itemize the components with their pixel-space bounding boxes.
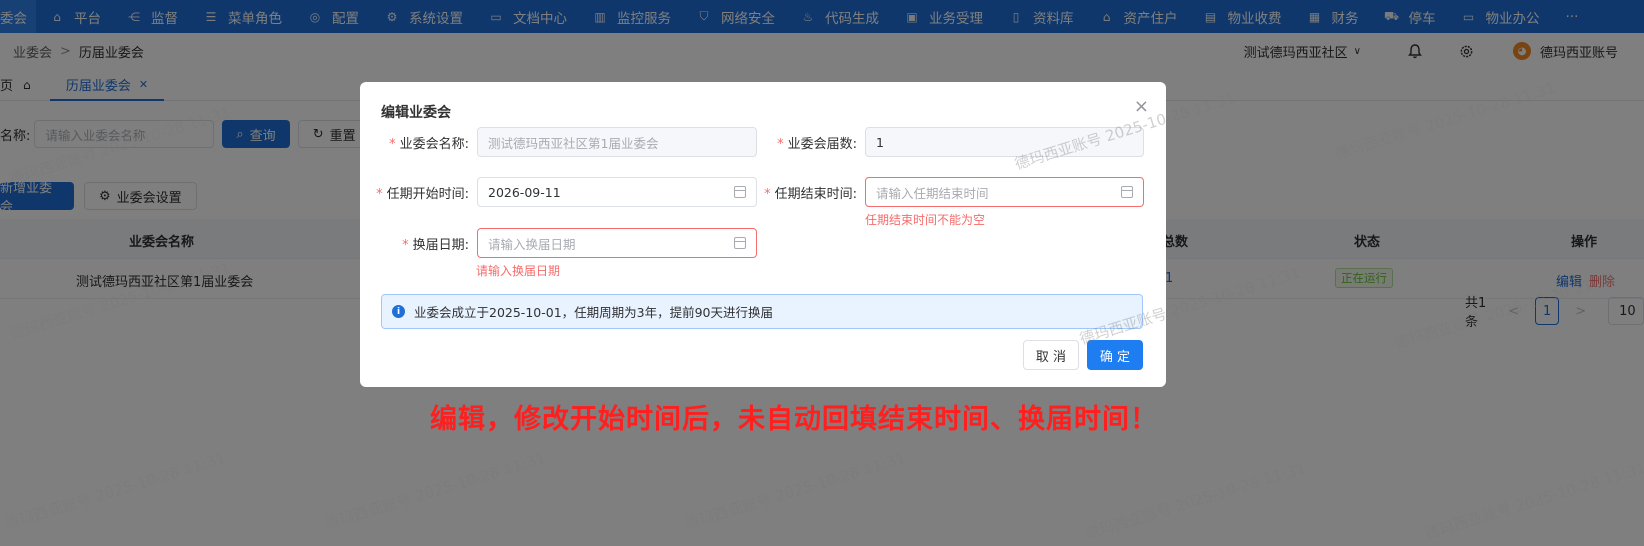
- info-alert: i 业委会成立于2025-10-01，任期周期为3年，提前90天进行换届: [381, 294, 1143, 329]
- dialog-title: 编辑业委会: [381, 105, 451, 121]
- field-term-end: * 任期结束时间: 请输入任期结束时间: [749, 177, 1144, 207]
- calendar-icon: [734, 237, 746, 249]
- term-end-date-picker[interactable]: 请输入任期结束时间: [865, 177, 1144, 207]
- term-end-error: 任期结束时间不能为空: [865, 213, 986, 227]
- confirm-button[interactable]: 确 定: [1087, 340, 1143, 370]
- term-start-date-picker[interactable]: 2026-09-11: [477, 177, 757, 207]
- field-term-start: * 任期开始时间: 2026-09-11: [360, 177, 757, 207]
- committee-name-field: 测试德玛西亚社区第1届业委会: [477, 127, 757, 157]
- info-icon: i: [392, 305, 405, 318]
- field-committee-name: * 业委会名称: 测试德玛西亚社区第1届业委会: [360, 127, 757, 157]
- calendar-icon: [1121, 186, 1133, 198]
- close-icon[interactable]: ×: [1134, 96, 1149, 117]
- change-date-picker[interactable]: 请输入换届日期: [477, 228, 757, 258]
- change-date-error: 请输入换届日期: [476, 264, 561, 278]
- bug-annotation: 编辑，修改开始时间后，未自动回填结束时间、换届时间！: [430, 404, 1158, 435]
- calendar-icon: [734, 186, 746, 198]
- field-term-number: * 业委会届数: 1: [749, 127, 1144, 157]
- field-change-date: * 换届日期: 请输入换届日期: [360, 228, 757, 258]
- edit-committee-dialog: 编辑业委会 × * 业委会名称: 测试德玛西亚社区第1届业委会 * 业委会届数: 1…: [360, 82, 1166, 387]
- term-number-field: 1: [865, 127, 1144, 157]
- cancel-button[interactable]: 取 消: [1023, 340, 1079, 370]
